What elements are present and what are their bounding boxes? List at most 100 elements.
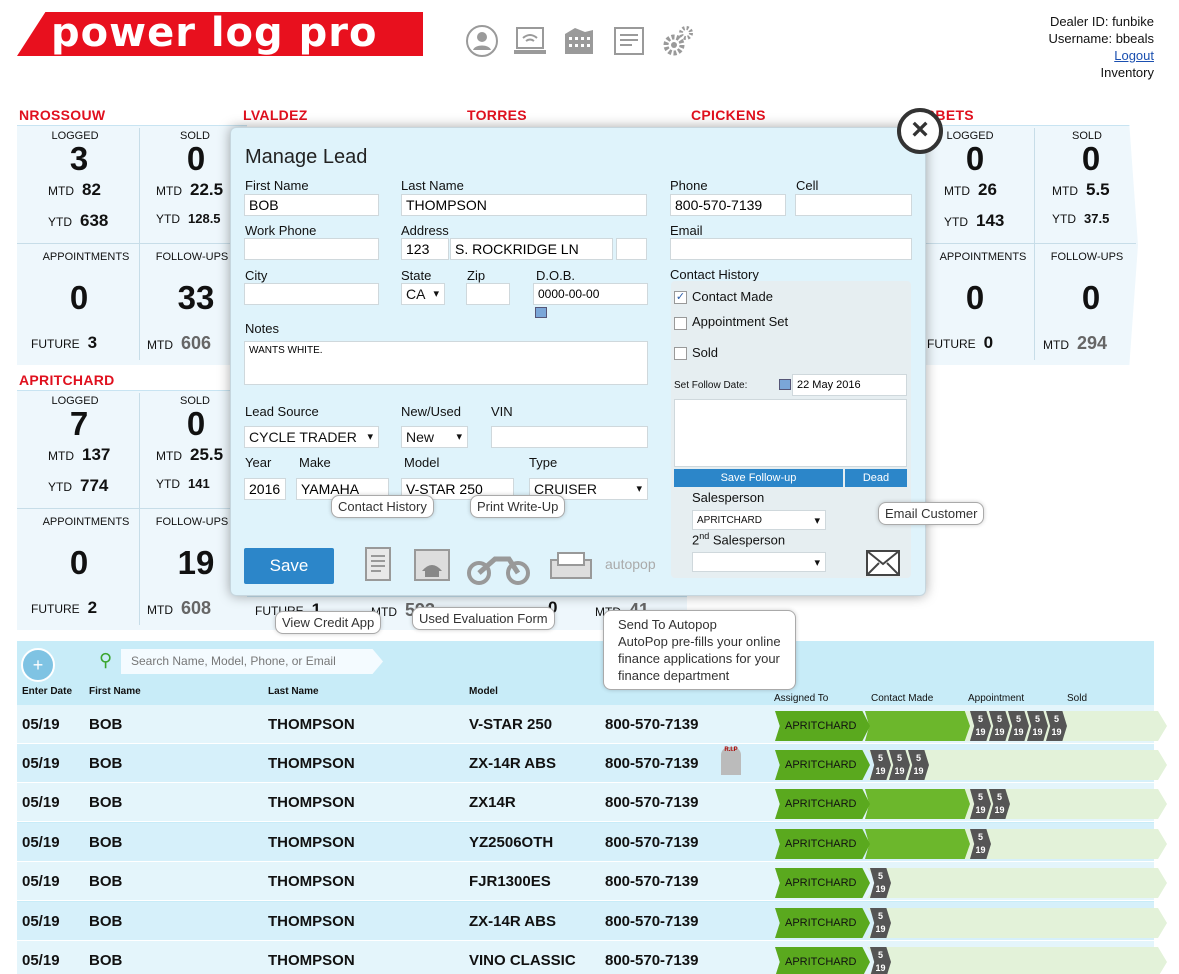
- autopop-icon[interactable]: autopop: [605, 556, 667, 582]
- city-input[interactable]: [244, 283, 379, 305]
- first-name-input[interactable]: BOB: [244, 194, 379, 216]
- lead-source-label: Lead Source: [245, 404, 319, 419]
- phone-calendar-icon[interactable]: [413, 547, 451, 586]
- salesperson2-select[interactable]: [692, 552, 826, 573]
- close-icon[interactable]: ×: [897, 108, 943, 154]
- mtd-label: MTD: [1052, 184, 1078, 198]
- last-name-input[interactable]: THOMPSON: [401, 194, 647, 216]
- phone-input[interactable]: 800-570-7139: [670, 194, 786, 216]
- vin-input[interactable]: [491, 426, 648, 448]
- logout-link[interactable]: Logout: [1049, 47, 1154, 64]
- cell-model: VINO CLASSIC: [469, 952, 576, 969]
- table-row[interactable]: 05/19 BOB THOMPSON YZ2506OTH 800-570-7139 APR…: [17, 823, 1167, 862]
- appointment-set-label: Appointment Set: [692, 314, 789, 329]
- cell-first: BOB: [89, 794, 123, 811]
- assigned-to-badge[interactable]: APRITCHARD: [775, 947, 870, 974]
- table-row[interactable]: 05/19 BOB THOMPSON V-STAR 250 800-570-7139 AP…: [17, 705, 1167, 744]
- salesperson-label: Salesperson: [692, 490, 765, 505]
- appointment-set-checkbox[interactable]: [674, 317, 687, 330]
- mtd-label: MTD: [156, 449, 182, 463]
- col-first-name: First Name: [89, 686, 141, 697]
- assigned-to-badge[interactable]: APRITCHARD: [775, 750, 870, 780]
- email-input[interactable]: [670, 238, 912, 260]
- document-icon[interactable]: [612, 24, 646, 58]
- assigned-to-badge[interactable]: APRITCHARD: [775, 711, 870, 741]
- logged-ytd: 638: [80, 211, 109, 230]
- city-label: City: [245, 268, 268, 283]
- contact-history-tooltip: Contact History: [331, 495, 434, 518]
- user-icon[interactable]: [465, 24, 499, 58]
- work-phone-label: Work Phone: [245, 223, 317, 238]
- assigned-to-badge[interactable]: APRITCHARD: [775, 829, 870, 859]
- followup-notes-textarea[interactable]: [674, 399, 907, 467]
- settings-gears-icon[interactable]: [661, 24, 695, 58]
- salesperson2-suffix: nd: [699, 531, 710, 541]
- work-phone-input[interactable]: [244, 238, 379, 260]
- address-street-input[interactable]: S. ROCKRIDGE LN: [450, 238, 613, 260]
- search-input[interactable]: Search Name, Model, Phone, or Email: [121, 649, 383, 674]
- table-row[interactable]: 05/19 BOB THOMPSON FJR1300ES 800-570-7139 APR…: [17, 862, 1167, 901]
- cell-first: BOB: [89, 952, 123, 969]
- sold-value: 0: [186, 140, 206, 177]
- logged-value: 7: [69, 405, 89, 442]
- vin-label: VIN: [491, 404, 513, 419]
- motorcycle-icon[interactable]: [466, 545, 532, 590]
- laptop-wifi-icon[interactable]: [513, 24, 547, 58]
- print-icon[interactable]: [548, 550, 594, 587]
- contact-made-checkbox[interactable]: ✓: [674, 291, 687, 304]
- salesperson-select[interactable]: APRITCHARD: [692, 510, 826, 531]
- cell-model: V-STAR 250: [469, 716, 553, 733]
- notes-textarea[interactable]: WANTS WHITE.: [244, 341, 648, 385]
- follow-date-input[interactable]: 22 May 2016: [792, 374, 907, 396]
- assigned-to-badge[interactable]: APRITCHARD: [775, 908, 870, 938]
- email-label: Email: [670, 223, 703, 238]
- cell-date: 05/19: [22, 755, 60, 772]
- calendar-icon[interactable]: [779, 379, 791, 390]
- sold-checkbox[interactable]: [674, 347, 687, 360]
- sold-mtd: 25.5: [190, 445, 224, 464]
- app-root: power log pro Dealer ID: funbike Usernam…: [0, 0, 1179, 974]
- address-unit-input[interactable]: [616, 238, 647, 260]
- cell-last: THOMPSON: [268, 834, 355, 851]
- table-row[interactable]: 05/19 BOB THOMPSON ZX-14R ABS 800-570-7139 AP…: [17, 902, 1167, 941]
- address-number-input[interactable]: 123: [401, 238, 449, 260]
- table-row[interactable]: 05/19 BOB THOMPSON VINO CLASSIC 800-570-7139…: [17, 941, 1167, 974]
- state-select[interactable]: CA: [401, 283, 445, 305]
- cell-first: BOB: [89, 873, 123, 890]
- appointments-value: 0: [69, 279, 89, 316]
- table-row[interactable]: 05/19 BOB THOMPSON ZX14R 800-570-7139 APRITCH…: [17, 783, 1167, 822]
- calendar-icon[interactable]: [535, 307, 547, 318]
- email-icon[interactable]: [866, 550, 900, 581]
- add-lead-button[interactable]: +: [21, 648, 55, 682]
- ytd-label: YTD: [48, 480, 72, 494]
- cell-last: THOMPSON: [268, 716, 355, 733]
- table-row[interactable]: 05/19 BOB THOMPSON ZX-14R ABS 800-570-7139 R.…: [17, 744, 1167, 783]
- salesperson-name: NROSSOUW: [19, 107, 106, 123]
- save-button[interactable]: Save: [244, 548, 334, 584]
- save-followup-button[interactable]: Save Follow-up: [674, 469, 843, 487]
- used-eval-tooltip: Used Evaluation Form: [412, 607, 555, 630]
- salesperson-name: APRITCHARD: [19, 372, 115, 388]
- year-label: Year: [245, 455, 272, 470]
- building-icon[interactable]: [562, 24, 596, 58]
- lead-source-select[interactable]: CYCLE TRADER: [244, 426, 379, 448]
- new-used-select[interactable]: New: [401, 426, 468, 448]
- dob-input[interactable]: 0000-00-00: [533, 283, 648, 305]
- zip-input[interactable]: [466, 283, 510, 305]
- assigned-to-badge[interactable]: APRITCHARD: [775, 789, 870, 819]
- followups-label: FOLLOW-UPS: [1050, 251, 1124, 263]
- followups-label: FOLLOW-UPS: [155, 516, 229, 528]
- mtd-label: MTD: [1043, 338, 1069, 352]
- appointments-label: APPOINTMENTS: [42, 516, 130, 528]
- credit-app-icon[interactable]: [364, 547, 392, 586]
- cell-first: BOB: [89, 913, 123, 930]
- dead-button[interactable]: Dead: [845, 469, 907, 487]
- followups-label: FOLLOW-UPS: [155, 251, 229, 263]
- sold-label: Sold: [692, 345, 719, 360]
- inventory-link[interactable]: Inventory: [1049, 64, 1154, 81]
- cell-input[interactable]: [795, 194, 912, 216]
- logged-ytd: 143: [976, 211, 1005, 230]
- assigned-to-badge[interactable]: APRITCHARD: [775, 868, 870, 898]
- year-input[interactable]: 2016: [244, 478, 286, 500]
- appointments-label: APPOINTMENTS: [42, 251, 130, 263]
